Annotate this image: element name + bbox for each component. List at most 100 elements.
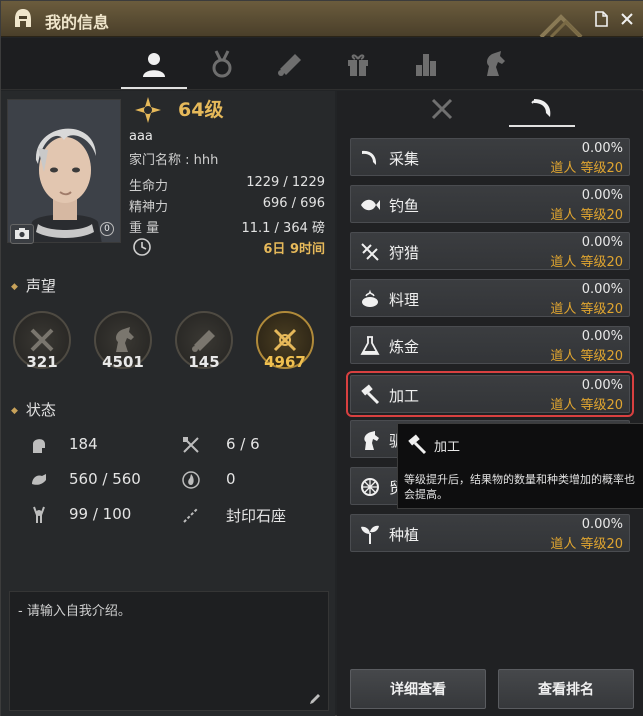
status-title: 状态 [11,399,56,420]
wine-icon [33,506,45,523]
skill-level: 道人 等级20 [550,302,623,317]
tab-ranking[interactable] [393,42,459,86]
status-value: 99 / 100 [69,505,132,523]
skill-percent: 0.00% [581,329,623,344]
mp-row: 精神力 696 / 696 [129,196,325,215]
skill-name: 料理 [389,291,420,309]
skill-name: 炼金 [389,338,420,356]
view-ranking-button[interactable]: 查看排名 [498,669,634,709]
subtab-combat[interactable] [409,91,475,127]
skill-level: 道人 等级20 [550,537,623,552]
subtab-life[interactable] [509,91,575,127]
tab-character[interactable] [121,42,187,89]
character-portrait: 0 [7,99,121,243]
status-value: 6 / 6 [226,435,260,453]
skill-row[interactable]: 炼金 0.00% 道人 等级20 [350,326,630,364]
close-icon[interactable] [617,9,637,29]
reputation-item[interactable]: 145 [173,311,235,371]
reputation-item[interactable]: 4967 [254,311,316,371]
reputation-value: 145 [188,353,220,371]
pot-icon [362,289,378,307]
title-bar[interactable]: 我的信息 [1,1,643,37]
pencil-icon[interactable] [308,692,322,706]
character-level: 64级 [178,99,224,121]
scroll-icon [192,330,215,352]
head-icon [33,439,45,453]
skill-percent: 0.00% [581,282,623,297]
self-intro-placeholder: - 请输入自我介绍。 [18,604,131,619]
skill-level: 道人 等级20 [550,208,623,223]
top-tab-bar [1,38,643,90]
mp-label: 精神力 [129,200,169,215]
my-info-window: 我的信息 0 64级 aaa 家门名称: hhh 生命力 1229 / 122… [0,0,643,716]
horse-icon [487,51,505,76]
skill-row[interactable]: 种植 0.00% 道人 等级20 [350,514,630,552]
level-emblem-icon [135,97,161,123]
screenshot-button[interactable] [10,224,34,244]
reputation-item[interactable]: 321 [11,311,73,371]
hammer-icon [408,434,427,455]
skill-name: 钓鱼 [389,197,420,215]
skill-row-processing[interactable]: 加工 0.00% 道人 等级20 [346,371,634,417]
tab-scroll[interactable] [257,42,323,86]
skill-level: 道人 等级20 [550,161,623,176]
tooltip-body: 等级提升后，结果物的数量和种类增加的概率也会提高。 [404,473,635,501]
tooltip-title: 加工 [434,440,461,455]
horse-head-icon [116,327,134,352]
tab-gift[interactable] [325,42,391,86]
skill-percent: 0.00% [581,378,623,393]
reputation-value: 4501 [102,353,144,371]
status-value: 560 / 560 [69,470,141,488]
portrait-badge: 0 [100,222,114,236]
bar-chart-icon [416,54,436,76]
sprout-icon [361,525,379,544]
skill-name: 采集 [389,150,420,168]
reputation-item[interactable]: 4501 [92,311,154,371]
skill-tooltip: 加工 等级提升后，结果物的数量和种类增加的概率也会提高。 [397,423,643,509]
status-value: 封印石座 [226,507,287,525]
axe-icon [183,437,199,453]
detail-view-button[interactable]: 详细查看 [350,669,486,709]
family-name-row: 家门名称 : hhh [129,149,325,168]
skill-percent: 0.00% [581,517,623,532]
skill-row[interactable]: 狩猎 0.00% 道人 等级20 [350,232,630,270]
skill-row[interactable]: 料理 0.00% 道人 等级20 [350,279,630,317]
document-icon[interactable] [591,9,611,29]
hp-row: 生命力 1229 / 1229 [129,175,325,194]
swords-icon [30,328,54,352]
mp-value: 696 / 696 [262,196,325,211]
flask-icon [360,336,380,355]
crossbow-icon [361,243,379,261]
clock-icon [133,238,151,256]
character-name: aaa [129,129,153,144]
crossed-swords-icon [431,98,453,120]
skill-row[interactable]: 钓鱼 0.00% 道人 等级20 [350,185,630,223]
skill-percent: 0.00% [581,235,623,250]
reputation-value: 4967 [264,353,306,371]
playtime: 6日 9时间 [263,242,325,257]
tab-medal[interactable] [189,42,255,86]
skill-row[interactable]: 采集 0.00% 道人 等级20 [350,138,630,176]
hp-label: 生命力 [129,179,169,194]
character-panel: 0 64级 aaa 家门名称 : hhh 生命力 1229 / 1229 精神力… [1,91,335,716]
hammer-icon [361,384,380,405]
fish-icon [361,199,380,211]
helmet-icon [15,9,31,27]
scroll-icon [278,54,301,76]
skill-level: 道人 等级20 [550,349,623,364]
strength-icon [32,474,46,485]
person-icon [143,53,165,77]
gift-icon [348,54,368,76]
skill-level: 道人 等级20 [550,255,623,270]
chain-icon [183,507,199,523]
status-value: 0 [226,470,236,488]
hp-value: 1229 / 1229 [246,175,325,190]
tab-mount[interactable] [461,42,527,86]
flame-icon [182,471,200,489]
wheel-icon [361,478,379,496]
crossed-emblem-icon [273,328,297,352]
skill-name: 狩猎 [389,244,420,262]
self-intro-field[interactable]: - 请输入自我介绍。 [9,591,329,711]
skill-name: 加工 [389,387,420,405]
weight-row: 重 量 11.1 / 364 磅 [129,217,325,236]
